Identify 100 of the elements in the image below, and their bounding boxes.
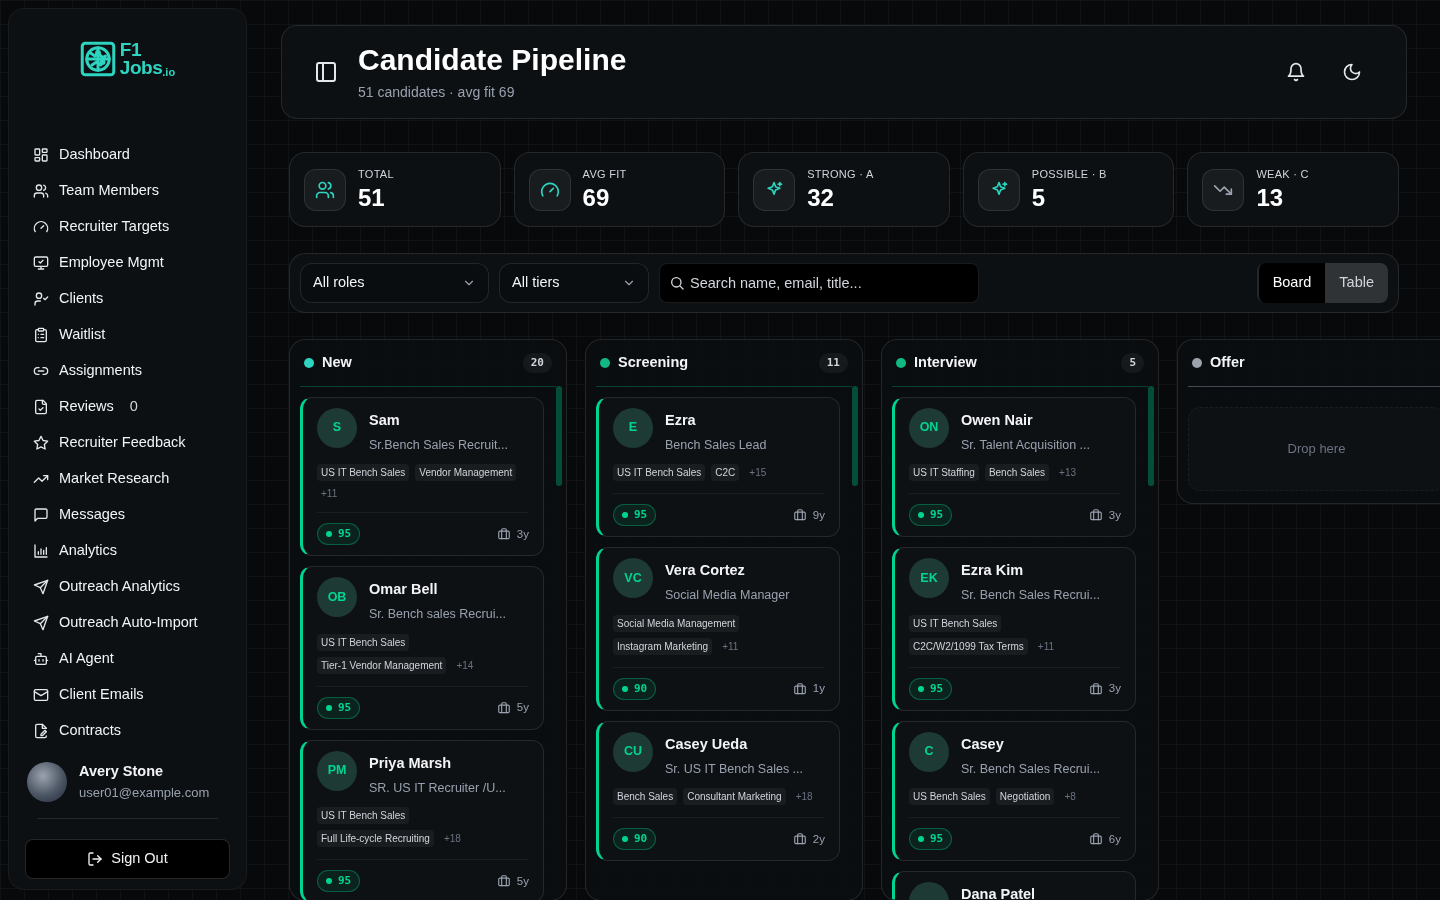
nav-item[interactable]: Outreach Auto-Import	[25, 605, 230, 642]
candidate-card[interactable]: ON Owen Nair Sr. Talent Acquisition ... US IT Staffing Bench Sales +13 95 3y	[892, 396, 1136, 538]
candidate-card[interactable]: E Ezra Bench Sales Lead US IT Bench Sales C2C +15 95 9y	[596, 396, 840, 538]
candidate-name: Dana Patel	[961, 885, 1036, 900]
column-title: Offer	[1210, 353, 1245, 372]
skill-tag: US IT Bench Sales	[317, 464, 410, 482]
candidate-title: Sr. Bench Sales Recrui...	[961, 587, 1100, 604]
candidate-name: Vera Cortez	[665, 561, 746, 581]
count-badge: 20	[522, 352, 552, 374]
experience-years: 6y	[1108, 831, 1121, 847]
view-tab[interactable]: Board	[1258, 263, 1326, 303]
skill-tag: Negotiation	[995, 788, 1055, 806]
nav-item[interactable]: Contracts	[25, 713, 230, 750]
column-title: Interview	[914, 353, 977, 372]
candidate-title: Sr. Talent Acquisition ...	[961, 436, 1090, 454]
experience-years: 5y	[516, 873, 529, 889]
candidate-card[interactable]: S Sam Sr.Bench Sales Recruit... US IT Bench Sales Vendor Management +11 95 3y	[300, 396, 544, 557]
nav-item[interactable]: Reviews 0	[25, 389, 230, 426]
stat-label: TOTAL	[358, 167, 394, 183]
skill-tag: Bench Sales	[613, 788, 678, 806]
fit-score: 95	[909, 677, 953, 700]
more-count: +13	[1059, 466, 1076, 480]
nav-item[interactable]: Dashboard	[25, 137, 230, 174]
nav-item[interactable]: Recruiter Targets	[25, 209, 230, 246]
scrollbar[interactable]	[1148, 386, 1154, 486]
stat-label: AVG FIT	[582, 167, 627, 183]
column-title: New	[322, 353, 352, 372]
briefcase-icon	[1088, 508, 1103, 523]
search-icon	[669, 275, 685, 291]
nav-item[interactable]: Employee Mgmt	[25, 245, 230, 282]
stat-value: 13	[1256, 182, 1285, 213]
sidebar-toggle-button[interactable]	[314, 60, 338, 84]
briefcase-icon	[496, 700, 511, 715]
more-count: +15	[749, 466, 767, 480]
briefcase-icon	[1088, 681, 1103, 696]
nav-item[interactable]: Recruiter Feedback	[25, 425, 230, 462]
candidate-card[interactable]: Dana Patel	[892, 871, 1136, 900]
candidate-title: Social Media Manager	[665, 587, 790, 604]
candidate-name: Priya Marsh	[369, 753, 453, 773]
candidate-title: Sr. US IT Bench Sales ...	[665, 760, 804, 778]
candidate-card[interactable]: EK Ezra Kim Sr. Bench Sales Recrui... US IT Bench Sales C2C/W2/1099 Tax Terms +11 95 3y	[892, 547, 1136, 711]
nav-item[interactable]: Client Emails	[25, 677, 230, 714]
briefcase-icon	[792, 508, 807, 523]
more-count: +11	[722, 639, 739, 653]
candidate-card[interactable]: OB Omar Bell Sr. Bench sales Recrui... US IT Bench Sales Tier-1 Vendor Management +14 95 5y	[300, 566, 544, 730]
candidate-title: Sr. Bench sales Recrui...	[369, 606, 506, 623]
more-count: +11	[321, 487, 338, 501]
view-tab[interactable]: Table	[1325, 263, 1388, 303]
user-check-icon	[33, 291, 49, 308]
candidate-title: SR. US IT Recruiter /U...	[369, 779, 506, 797]
experience-years: 3y	[1108, 681, 1121, 697]
users-icon	[33, 183, 49, 200]
nav-item[interactable]: Outreach Analytics	[25, 569, 230, 606]
sign-out-button[interactable]: Sign Out	[25, 839, 230, 880]
file-signature-icon	[33, 723, 49, 740]
candidate-name: Ezra Kim	[961, 561, 1025, 581]
nav-item[interactable]: Assignments	[25, 353, 230, 390]
page-title: Candidate Pipeline	[358, 41, 627, 78]
nav-item[interactable]: Messages	[25, 497, 230, 534]
dropdown[interactable]: All tiers	[499, 263, 649, 303]
more-count: +11	[1037, 639, 1055, 653]
skill-tag: Social Media Management	[613, 614, 740, 632]
candidate-name: Sam	[369, 410, 401, 430]
theme-toggle-button[interactable]	[1342, 62, 1362, 82]
skill-tag: US IT Bench Sales	[317, 807, 410, 825]
skill-tag: Instagram Marketing	[613, 637, 713, 655]
nav-item[interactable]: Waitlist	[25, 317, 230, 354]
stat-label: WEAK · C	[1256, 167, 1309, 183]
candidate-card[interactable]: C Casey Sr. Bench Sales Recrui... US Bench Sales Negotiation +8 95 6y	[892, 720, 1136, 862]
candidate-name: Omar Bell	[369, 580, 439, 600]
logo-text: Jobs	[119, 59, 163, 78]
skill-tag: US IT Bench Sales	[909, 614, 1002, 632]
stat-value: 5	[1031, 182, 1047, 213]
nav-item[interactable]: Analytics	[25, 533, 230, 570]
nav-item[interactable]: Market Research	[25, 461, 230, 498]
more-count: +8	[1064, 790, 1076, 804]
candidate-card[interactable]: VC Vera Cortez Social Media Manager Social Media Management Instagram Marketing +11 90 1y	[596, 547, 840, 711]
count-badge: 11	[818, 352, 848, 374]
candidate-name: Casey Ueda	[665, 734, 749, 754]
scrollbar[interactable]	[852, 386, 858, 486]
candidate-name: Owen Nair	[961, 410, 1034, 430]
grid-icon	[33, 147, 49, 164]
bar-chart-icon	[33, 543, 49, 560]
dropdown[interactable]: All roles	[300, 263, 489, 303]
send-icon	[33, 579, 49, 596]
notifications-button[interactable]	[1286, 62, 1306, 82]
nav-item[interactable]: Team Members	[25, 173, 230, 210]
avatar: PM	[317, 750, 357, 791]
candidate-card[interactable]: PM Priya Marsh SR. US IT Recruiter /U... US IT Bench Sales Full Life-cycle Recruiting +18 95 5y	[300, 739, 544, 900]
avatar	[27, 761, 67, 802]
experience-years: 2y	[812, 831, 825, 847]
monitor-check-icon	[33, 255, 49, 272]
candidate-card[interactable]: CU Casey Ueda Sr. US IT Bench Sales ... Bench Sales Consultant Marketing +18 90 2y	[596, 720, 840, 862]
scrollbar[interactable]	[556, 386, 562, 486]
nav-item[interactable]: Clients	[25, 281, 230, 318]
fit-score: 90	[613, 677, 657, 700]
nav-item[interactable]: AI Agent	[25, 641, 230, 678]
search-field[interactable]: Search name, email, title...	[659, 263, 979, 303]
briefcase-icon	[496, 874, 511, 889]
avatar: E	[613, 407, 653, 448]
